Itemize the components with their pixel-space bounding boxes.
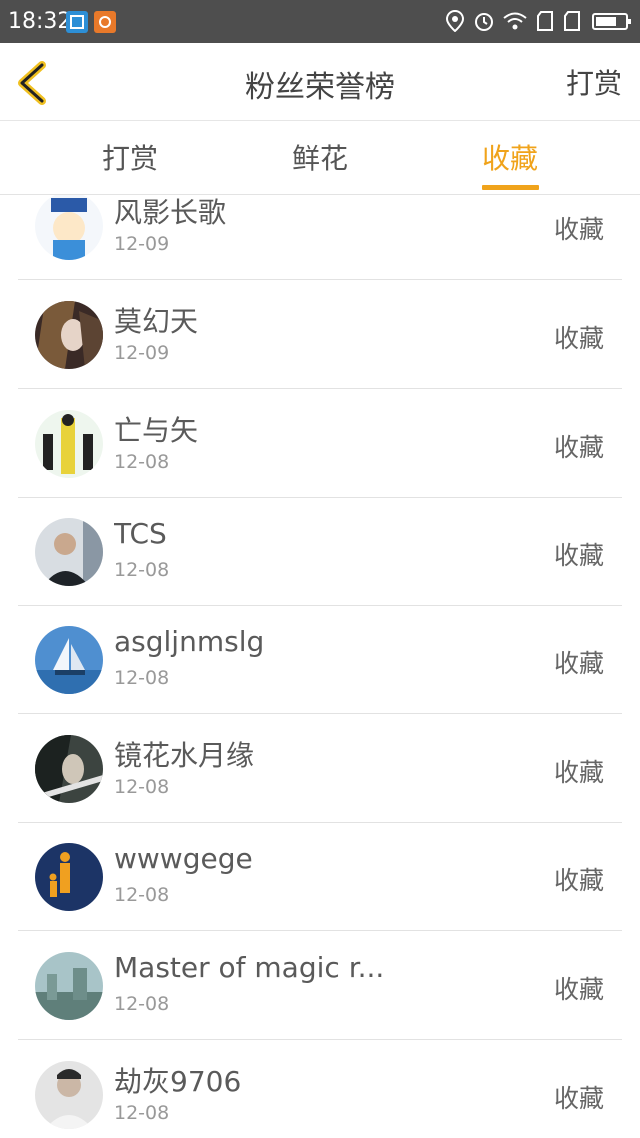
list-item[interactable]: 亡与矢 12-08 收藏 (18, 390, 622, 498)
avatar (35, 518, 103, 586)
fan-action: 收藏 (553, 758, 604, 787)
fan-date: 12-08 (114, 993, 170, 1015)
avatar (35, 1061, 103, 1129)
fan-action: 收藏 (553, 649, 604, 678)
wifi-icon (502, 10, 528, 36)
tab-bar: 打赏 鲜花 收藏 (0, 121, 640, 195)
title-bar: 粉丝荣誉榜 打赏 (0, 43, 640, 121)
tab-flowers[interactable]: 鲜花 (260, 137, 380, 177)
fan-name: 镜花水月缘 (114, 739, 255, 772)
app-notification-icon (94, 11, 116, 33)
list-item[interactable]: asgljnmslg 12-08 收藏 (18, 606, 622, 714)
list-item[interactable]: wwwgege 12-08 收藏 (18, 823, 622, 931)
avatar (35, 843, 103, 911)
fan-date: 12-08 (114, 559, 170, 581)
avatar (35, 301, 103, 369)
fan-action: 收藏 (553, 215, 604, 244)
fan-action: 收藏 (553, 975, 604, 1004)
list-item[interactable]: 镜花水月缘 12-08 收藏 (18, 715, 622, 823)
fan-action: 收藏 (553, 866, 604, 895)
avatar (35, 626, 103, 694)
fan-action: 收藏 (553, 541, 604, 570)
fan-date: 12-08 (114, 1102, 170, 1124)
avatar (35, 195, 103, 260)
reward-button[interactable]: 打赏 (566, 62, 622, 102)
screenshot-notification-icon (66, 11, 88, 33)
list-item[interactable]: 劫灰9706 12-08 收藏 (18, 1041, 622, 1138)
fan-date: 12-08 (114, 451, 170, 473)
page-title: 粉丝荣誉榜 (245, 70, 395, 105)
tab-reward[interactable]: 打赏 (70, 137, 190, 177)
list-item[interactable]: TCS 12-08 收藏 (18, 498, 622, 606)
fan-name: asgljnmslg (114, 625, 265, 658)
list-item[interactable]: 风影长歌 12-09 收藏 (18, 195, 622, 280)
fan-name: wwwgege (114, 842, 253, 875)
fan-name: 莫幻天 (114, 305, 199, 338)
list-item[interactable]: Master of magic r... 12-08 收藏 (18, 932, 622, 1040)
avatar (35, 410, 103, 478)
active-tab-indicator (482, 185, 539, 190)
battery-icon (592, 10, 632, 36)
fan-name: 风影长歌 (114, 196, 227, 229)
fan-list[interactable]: 风影长歌 12-09 收藏 莫幻天 12-09 收藏 亡与矢 12-08 收藏 … (0, 195, 640, 1138)
status-time: 18:32 (8, 9, 72, 34)
avatar (35, 952, 103, 1020)
fan-name: TCS (114, 517, 167, 550)
list-item[interactable]: 莫幻天 12-09 收藏 (18, 281, 622, 389)
status-bar: 18:32 (0, 0, 640, 43)
alarm-icon (473, 10, 495, 36)
fan-name: Master of magic r... (114, 951, 384, 984)
fan-date: 12-09 (114, 342, 170, 364)
sim2-signal-icon (563, 10, 581, 36)
fan-date: 12-08 (114, 884, 170, 906)
sim1-signal-icon (536, 10, 554, 36)
fan-name: 劫灰9706 (114, 1065, 242, 1098)
fan-action: 收藏 (553, 324, 604, 353)
fan-action: 收藏 (553, 1084, 604, 1113)
fan-name: 亡与矢 (114, 414, 199, 447)
fan-action: 收藏 (553, 433, 604, 462)
fan-date: 12-08 (114, 667, 170, 689)
tab-favorites[interactable]: 收藏 (450, 137, 570, 177)
fan-date: 12-09 (114, 233, 170, 255)
fan-date: 12-08 (114, 776, 170, 798)
avatar (35, 735, 103, 803)
location-icon (445, 9, 465, 36)
